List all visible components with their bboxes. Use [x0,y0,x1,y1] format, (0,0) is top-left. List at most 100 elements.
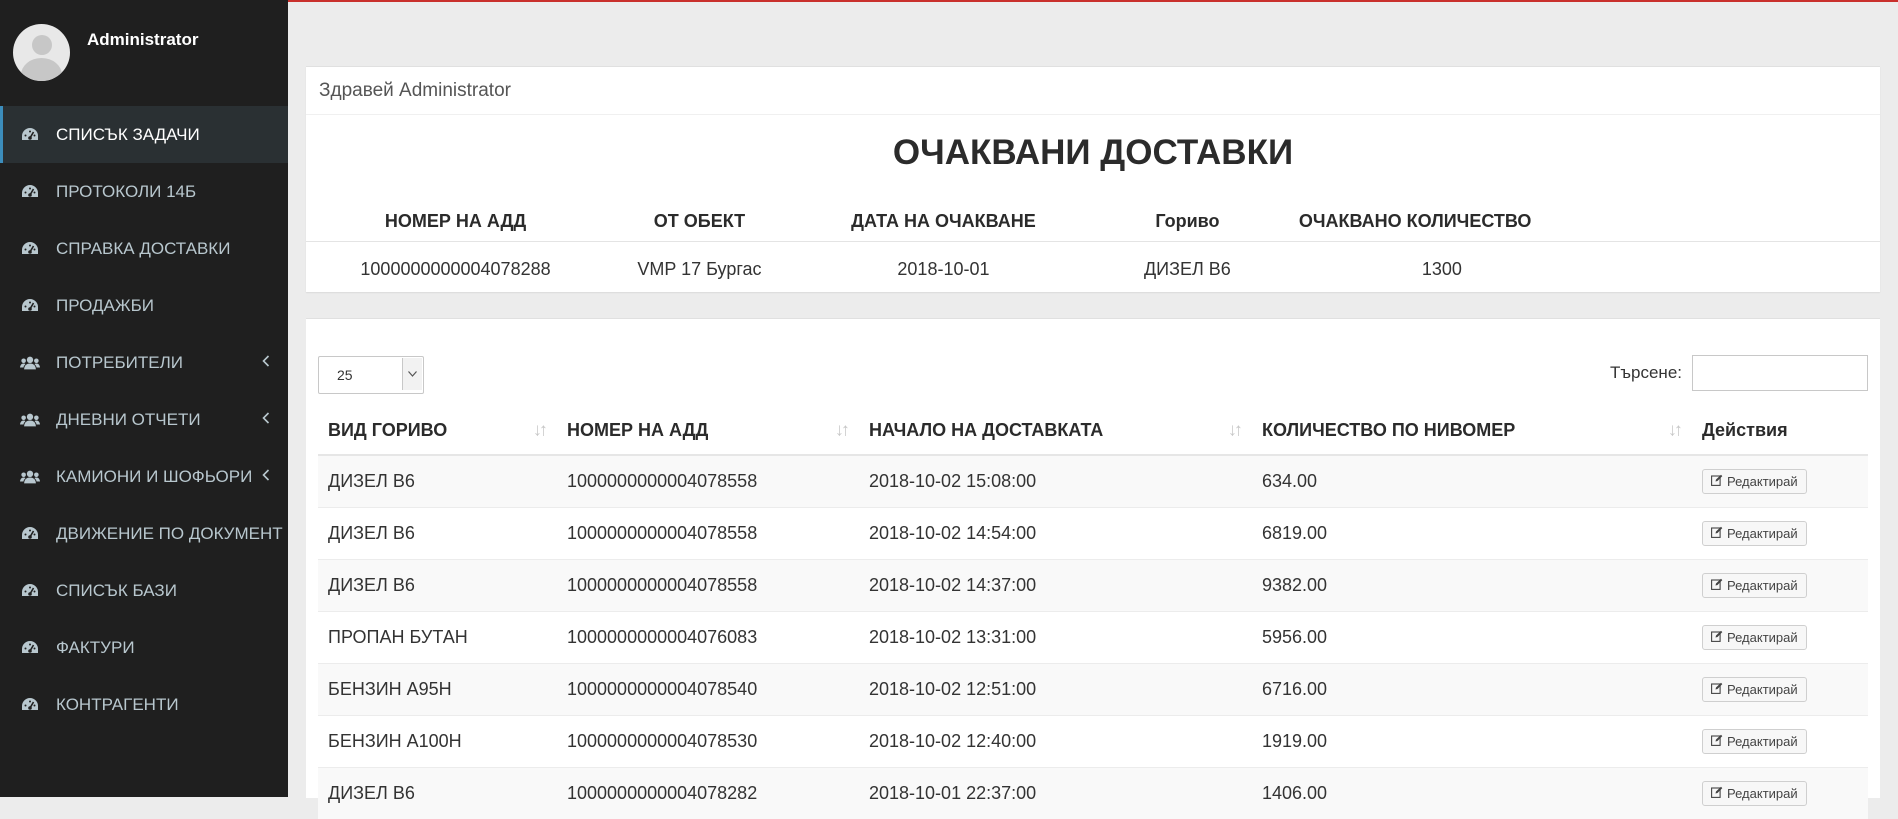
sidebar-item-4[interactable]: ПРОДАЖБИ [0,277,288,334]
avatar [13,24,70,81]
sidebar-item-label: ПРОТОКОЛИ 14Б [56,182,196,202]
sidebar-item-label: СПИСЪК ЗАДАЧИ [56,125,200,145]
edit-button[interactable]: Редактирай [1702,469,1807,494]
edit-icon [1711,630,1723,645]
column-header-level-quantity[interactable]: КОЛИЧЕСТВО ПО НИВОМЕР ↓↑ [1252,406,1692,455]
table-cell: 1406.00 [1252,768,1692,819]
column-header-add-number[interactable]: НОМЕР НА АДД↓↑ [557,406,859,455]
table-cell: 2018-10-02 15:08:00 [859,455,1252,508]
table-cell: 1000000000004078530 [557,716,859,768]
actions-cell: Редактирай [1692,768,1868,819]
edit-button-label: Редактирай [1727,578,1798,593]
top-accent-line [288,0,1898,2]
table-cell: БЕНЗИН A95H [318,664,557,716]
table-cell: 9382.00 [1252,560,1692,612]
table-cell: ДИЗЕЛ B6 [318,768,557,819]
column-header-label: НАЧАЛО НА ДОСТАВКАТА [869,420,1103,440]
sort-icon: ↓↑ [835,420,847,441]
sidebar-item-7[interactable]: КАМИОНИ И ШОФЬОРИ [0,448,288,505]
table-cell: 6716.00 [1252,664,1692,716]
dashboard-icon [20,296,40,316]
sidebar-item-10[interactable]: ФАКТУРИ [0,619,288,676]
edit-button-label: Редактирай [1727,474,1798,489]
table-row: ДИЗЕЛ B610000000000040785582018-10-02 15… [318,455,1868,508]
table-cell: 1000000000004078558 [557,508,859,560]
table-row: 1000000000004078288 VMP 17 Бургас 2018-1… [306,242,1880,297]
table-cell: 2018-10-01 22:37:00 [859,768,1252,819]
dashboard-icon [20,524,40,544]
dashboard-icon [20,638,40,658]
sidebar-item-label: ФАКТУРИ [56,638,135,658]
column-header-delivery-start[interactable]: НАЧАЛО НА ДОСТАВКАТА↓↑ [859,406,1252,455]
actions-cell: Редактирай [1692,612,1868,664]
sidebar-item-label: ДНЕВНИ ОТЧЕТИ [56,410,201,430]
table-cell: 2018-10-02 12:51:00 [859,664,1252,716]
table-cell: 1000000000004078540 [557,664,859,716]
table-row: БЕНЗИН A95H10000000000040785402018-10-02… [318,664,1868,716]
table-cell: 6819.00 [1252,508,1692,560]
column-header-label: КОЛИЧЕСТВО ПО НИВОМЕР [1262,420,1515,440]
sort-icon: ↓↑ [533,420,545,441]
table-cell: 2018-10-02 12:40:00 [859,716,1252,768]
edit-button-label: Редактирай [1727,630,1798,645]
sidebar-item-2[interactable]: ПРОТОКОЛИ 14Б [0,163,288,220]
column-header: ОТ ОБЕКТ [605,201,794,242]
chevron-left-icon [262,354,270,372]
sidebar-menu: СПИСЪК ЗАДАЧИ ПРОТОКОЛИ 14Б СПРАВКА ДОСТАВ… [0,106,288,733]
table-cell: ДИЗЕЛ B6 [318,508,557,560]
actions-cell: Редактирай [1692,560,1868,612]
dashboard-icon [20,239,40,259]
sidebar-item-5[interactable]: ПОТРЕБИТЕЛИ [0,334,288,391]
edit-icon [1711,526,1723,541]
column-header: ОЧАКВАНО КОЛИЧЕСТВО [1282,201,1880,242]
sidebar-item-1[interactable]: СПИСЪК ЗАДАЧИ [0,106,288,163]
dashboard-icon [20,695,40,715]
table-cell: ДИЗЕЛ B6 [318,560,557,612]
deliveries-panel: 25 Търсене: ВИД ГОРИВО↓↑ НОМЕР НА АДД↓↑ … [306,318,1880,798]
user-name: Administrator [87,30,198,50]
users-icon [20,353,40,373]
table-cell: 1000000000004078558 [557,455,859,508]
sidebar-item-6[interactable]: ДНЕВНИ ОТЧЕТИ [0,391,288,448]
edit-icon [1711,734,1723,749]
edit-button-label: Редактирай [1727,682,1798,697]
table-row: ПРОПАН БУТАН10000000000040760832018-10-0… [318,612,1868,664]
edit-button[interactable]: Редактирай [1702,677,1807,702]
page-title: ОЧАКВАНИ ДОСТАВКИ [306,133,1880,173]
sidebar-item-label: ПРОДАЖБИ [56,296,154,316]
table-row: ДИЗЕЛ B610000000000040785582018-10-02 14… [318,508,1868,560]
sidebar: Administrator СПИСЪК ЗАДАЧИ ПРОТОКОЛИ 14Б… [0,0,288,797]
sidebar-item-8[interactable]: ДВИЖЕНИЕ ПО ДОКУМЕНТ [0,505,288,562]
column-header-actions: Действия [1692,406,1868,455]
edit-button[interactable]: Редактирай [1702,573,1807,598]
column-header-fuel-type[interactable]: ВИД ГОРИВО↓↑ [318,406,557,455]
table-cell: 634.00 [1252,455,1692,508]
sidebar-item-3[interactable]: СПРАВКА ДОСТАВКИ [0,220,288,277]
table-cell: 2018-10-01 [794,242,1093,297]
table-cell: ПРОПАН БУТАН [318,612,557,664]
table-row: ДИЗЕЛ B610000000000040782822018-10-01 22… [318,768,1868,819]
actions-cell: Редактирай [1692,508,1868,560]
table-cell: БЕНЗИН A100H [318,716,557,768]
table-cell: VMP 17 Бургас [605,242,794,297]
page-size-select[interactable]: 25 [318,356,424,394]
sidebar-item-label: СПИСЪК БАЗИ [56,581,177,601]
table-cell: 1300 [1282,242,1880,297]
sidebar-item-label: КАМИОНИ И ШОФЬОРИ [56,467,252,487]
chevron-down-icon [402,358,422,390]
edit-button[interactable]: Редактирай [1702,521,1807,546]
table-cell: ДИЗЕЛ B6 [1093,242,1282,297]
sidebar-item-9[interactable]: СПИСЪК БАЗИ [0,562,288,619]
expected-deliveries-panel: Здравей Administrator ОЧАКВАНИ ДОСТАВКИ … [306,66,1880,292]
edit-button[interactable]: Редактирай [1702,729,1807,754]
edit-button[interactable]: Редактирай [1702,781,1807,806]
edit-button[interactable]: Редактирай [1702,625,1807,650]
table-cell: 5956.00 [1252,612,1692,664]
actions-cell: Редактирай [1692,664,1868,716]
edit-icon [1711,474,1723,489]
search-input[interactable] [1692,355,1868,391]
sidebar-item-label: ДВИЖЕНИЕ ПО ДОКУМЕНТ [56,524,283,544]
sidebar-item-11[interactable]: КОНТРАГЕНТИ [0,676,288,733]
sort-icon: ↓↑ [1668,420,1680,441]
edit-button-label: Редактирай [1727,786,1798,801]
